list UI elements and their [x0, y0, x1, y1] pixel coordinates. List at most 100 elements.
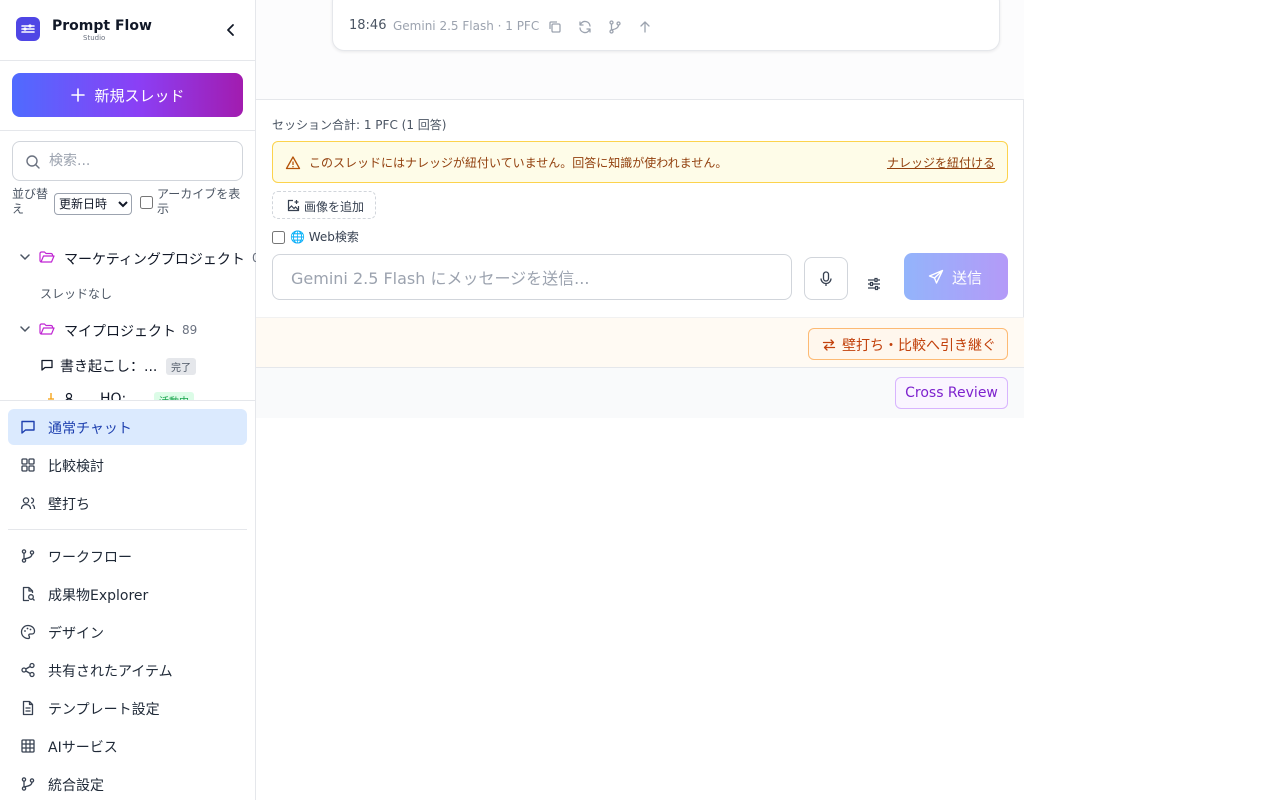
file-search-icon [22, 586, 35, 602]
send-label: 送信 [952, 269, 983, 287]
link-knowledge-link[interactable]: ナレッジを紐付ける [887, 154, 995, 171]
message-model-info: Gemini 2.5 Flash · 1 PFC [393, 19, 540, 33]
folder-row[interactable]: マイプロジェクト 89 [0, 315, 256, 343]
nav-normal-chat[interactable]: 通常チャット [8, 409, 247, 445]
folder-open-icon [39, 323, 55, 335]
handoff-label: 壁打ち・比較へ引き継ぐ [842, 338, 996, 354]
session-total: セッション合計: 1 PFC (1 回答) [272, 118, 447, 132]
table-icon [21, 739, 35, 753]
thread-title: HQ: ... [100, 391, 145, 400]
message-list: 18:46 Gemini 2.5 Flash · 1 PFC [256, 0, 1024, 100]
warning-triangle-icon [285, 156, 301, 170]
folder-row[interactable]: マーケティングプロジェクト 0 [0, 243, 256, 271]
collapse-sidebar-button[interactable] [222, 21, 240, 39]
add-image-label: 画像を追加 [304, 200, 365, 214]
nav-label: 壁打ち [48, 497, 90, 513]
empty-folder-text: スレッドなし [40, 287, 113, 301]
cross-review-button[interactable]: Cross Review [895, 377, 1008, 409]
divider [0, 130, 255, 131]
nav-explorer[interactable]: 成果物Explorer [8, 576, 247, 612]
message-input[interactable] [291, 267, 781, 289]
grid-icon [21, 458, 35, 472]
send-icon [928, 269, 944, 284]
review-bar: Cross Review [256, 368, 1024, 418]
divider [8, 529, 247, 530]
arrows-swap-icon [822, 339, 836, 351]
sort-select[interactable]: 更新日時 [54, 193, 132, 215]
nav-brainstorm[interactable]: 壁打ち [8, 485, 247, 521]
arrow-up-icon[interactable] [637, 19, 653, 35]
sidebar: Prompt Flow Studio 新規スレッド 並び替え 更新日時 アーカイ… [0, 0, 256, 800]
send-button[interactable]: 送信 [904, 253, 1008, 300]
add-image-button[interactable]: 画像を追加 [272, 191, 376, 219]
chevron-left-icon [227, 24, 234, 36]
chat-panel: 18:46 Gemini 2.5 Flash · 1 PFC セッション合計: … [256, 0, 1024, 418]
folder-count: 89 [182, 323, 198, 337]
search-icon [26, 155, 40, 169]
nav-label: デザイン [48, 626, 104, 642]
nav-label: テンプレート設定 [48, 702, 160, 718]
plus-icon [71, 88, 86, 102]
nav-label: AIサービス [48, 740, 118, 756]
show-archive-checkbox[interactable] [140, 196, 153, 209]
search-input[interactable] [49, 151, 229, 171]
show-archive-toggle[interactable]: アーカイブを表示 [140, 187, 250, 217]
message-square-icon [21, 420, 35, 434]
sliders-icon [868, 277, 880, 291]
warning-text: このスレッドにはナレッジが紐付いていません。回答に知識が使われません。 [309, 156, 728, 170]
knowledge-warning: このスレッドにはナレッジが紐付いていません。回答に知識が使われません。 ナレッジ… [272, 141, 1008, 183]
nav-workflow[interactable]: ワークフロー [8, 538, 247, 574]
status-badge: 活動中 [154, 392, 194, 400]
voice-input-button[interactable] [804, 257, 848, 300]
brand: Prompt Flow Studio [16, 17, 240, 43]
nav-template-settings[interactable]: テンプレート設定 [8, 690, 247, 726]
new-thread-label: 新規スレッド [94, 86, 185, 105]
nav-label: 比較検討 [48, 459, 104, 475]
divider [0, 60, 255, 61]
pin-icon [48, 393, 54, 400]
git-merge-icon [21, 777, 35, 791]
nav-compare[interactable]: 比較検討 [8, 447, 247, 483]
message-square-icon [41, 359, 53, 371]
brand-sub: Studio [83, 34, 106, 42]
message-composer[interactable] [272, 254, 792, 300]
handoff-button[interactable]: 壁打ち・比較へ引き継ぐ [808, 328, 1008, 360]
refresh-icon[interactable] [577, 19, 593, 35]
message-time: 18:46 [349, 18, 387, 33]
folder-name: マイプロジェクト [64, 324, 176, 340]
nav-integration-settings[interactable]: 統合設定 [8, 766, 247, 802]
file-text-icon [22, 700, 34, 716]
web-search-label: 🌐 Web検索 [290, 230, 359, 244]
chevron-down-icon [20, 254, 30, 261]
thread-title: 書き起こし：... [60, 359, 158, 375]
nav-label: ワークフロー [48, 550, 132, 566]
git-branch-icon [21, 549, 35, 563]
sort-label: 並び替え [12, 187, 49, 216]
thread-item[interactable]: HQ: ... 活動中 [38, 387, 248, 400]
thread-item[interactable]: 書き起こし：... 完了 [38, 352, 248, 378]
nav-shared[interactable]: 共有されたアイテム [8, 652, 247, 688]
app-logo-icon [16, 17, 40, 41]
copy-icon[interactable] [547, 19, 563, 35]
show-archive-label: アーカイブを表示 [157, 187, 241, 216]
web-search-checkbox[interactable] [272, 231, 285, 244]
users-icon [20, 497, 36, 510]
nav-ai-services[interactable]: AIサービス [8, 728, 247, 764]
microphone-icon [820, 271, 832, 286]
share-icon [21, 662, 35, 678]
settings-sliders-button[interactable] [866, 276, 886, 294]
folder-open-icon [39, 251, 55, 263]
branch-icon[interactable] [607, 19, 623, 35]
nav-design[interactable]: デザイン [8, 614, 247, 650]
brand-name: Prompt Flow [52, 18, 152, 34]
nav-label: 成果物Explorer [48, 588, 149, 604]
palette-icon [20, 624, 36, 640]
new-thread-button[interactable]: 新規スレッド [12, 73, 243, 117]
search-box[interactable] [12, 141, 243, 181]
status-badge: 完了 [166, 358, 196, 375]
divider [0, 400, 255, 401]
nav-label: 共有されたアイテム [48, 664, 173, 680]
nav-label: 通常チャット [48, 421, 132, 437]
users-icon [65, 392, 73, 400]
folder-name: マーケティングプロジェクト [64, 252, 245, 268]
